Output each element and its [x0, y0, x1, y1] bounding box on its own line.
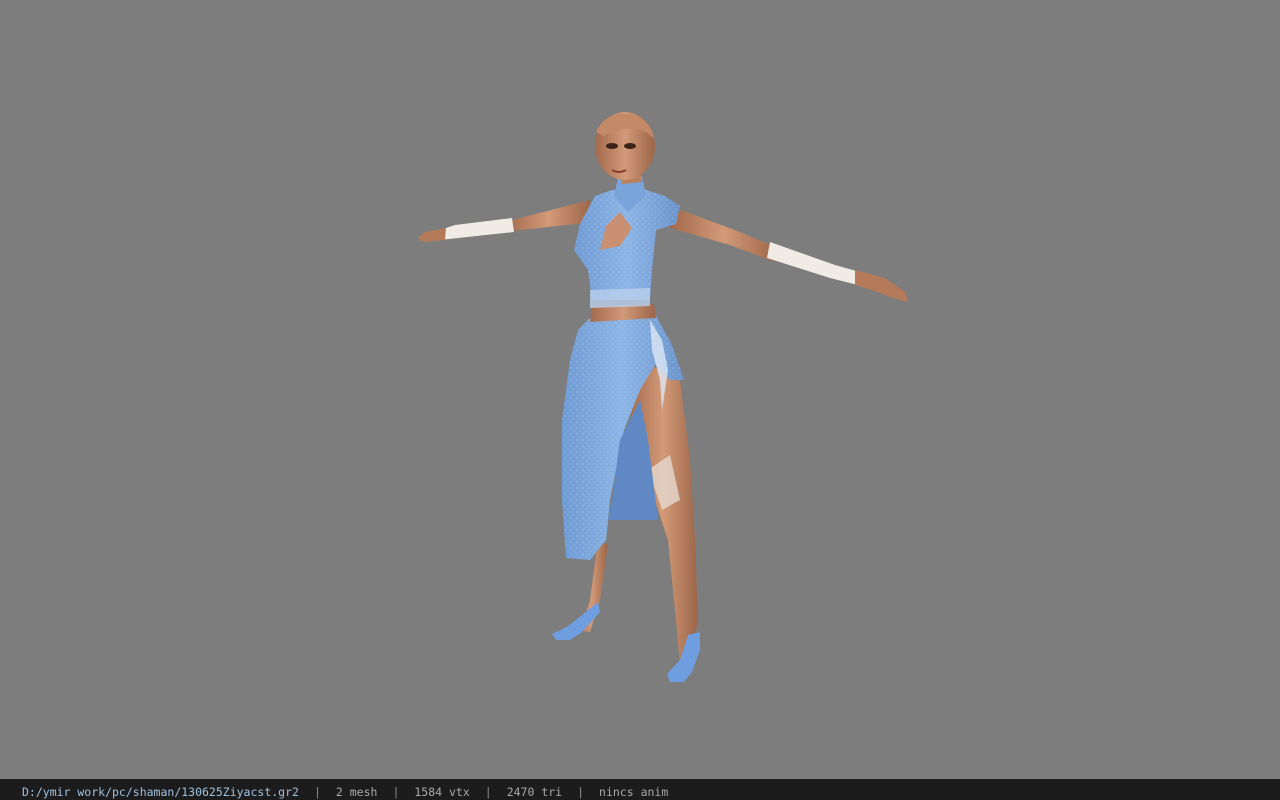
status-bar: D:/ymir work/pc/shaman/130625Ziyacst.gr2…	[0, 779, 1280, 800]
dress-top	[574, 176, 680, 308]
character-model[interactable]	[0, 0, 1280, 779]
vertex-count: 1584 vtx	[414, 785, 470, 799]
3d-viewport[interactable]	[0, 0, 1280, 779]
left-arm	[418, 200, 592, 242]
file-path: D:/ymir work/pc/shaman/130625Ziyacst.gr2	[22, 785, 299, 799]
right-arm	[670, 208, 908, 302]
triangle-count: 2470 tri	[506, 785, 563, 799]
separator: |	[313, 785, 321, 799]
animation-status: nincs anim	[599, 785, 669, 799]
separator: |	[392, 785, 400, 799]
separator: |	[484, 785, 492, 799]
mesh-count: 2 mesh	[335, 785, 378, 799]
separator: |	[577, 785, 585, 799]
head	[595, 112, 655, 180]
